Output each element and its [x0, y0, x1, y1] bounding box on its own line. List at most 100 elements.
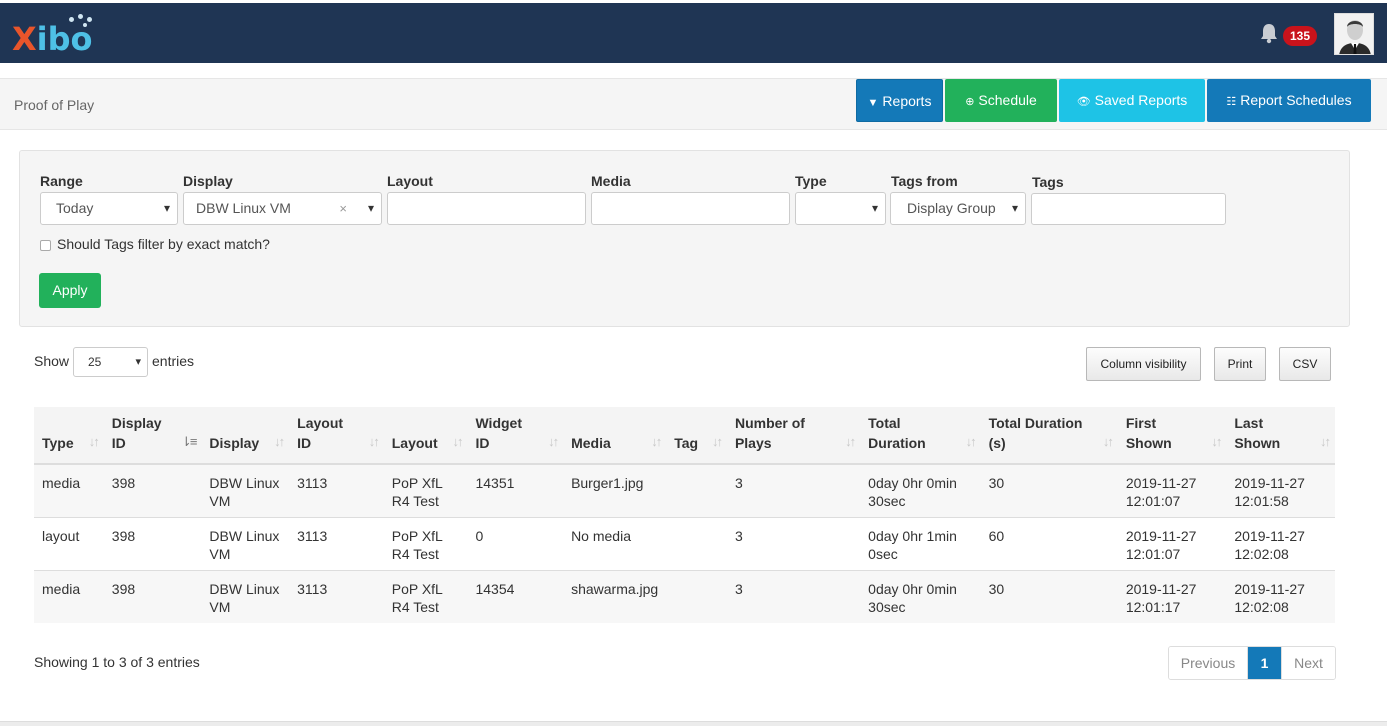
- sort-icon[interactable]: ↓↑: [369, 432, 380, 452]
- saved-reports-button[interactable]: 👁 Saved Reports: [1059, 79, 1205, 122]
- report-schedules-button[interactable]: ☷ Report Schedules: [1207, 79, 1371, 122]
- top-navbar: Xibo 135: [0, 3, 1387, 63]
- table-cell: [666, 463, 727, 517]
- apply-button[interactable]: Apply: [39, 273, 101, 308]
- bell-icon[interactable]: [1259, 22, 1279, 44]
- range-select[interactable]: Today: [40, 192, 178, 225]
- type-label: Type: [795, 173, 827, 189]
- table-row: media 398 DBW Linux VM 3113 PoP XfL R4 Test 1…: [34, 569, 1335, 623]
- display-select-value: DBW Linux VM: [196, 200, 291, 216]
- exact-match-label: Should Tags filter by exact match?: [57, 236, 270, 252]
- schedule-button[interactable]: ⊕ Schedule: [945, 79, 1057, 122]
- column-header-label: ID: [475, 435, 490, 451]
- tags-label: Tags: [1032, 174, 1064, 190]
- page-1-button[interactable]: 1: [1248, 647, 1281, 679]
- column-header[interactable]: First Shown ↓↑: [1117, 407, 1227, 465]
- table-cell: shawarma.jpg: [563, 569, 667, 623]
- column-header-label: Total: [868, 415, 901, 431]
- column-header[interactable]: Number of Plays ↓↑: [726, 407, 861, 465]
- table-cell: PoP XfL R4 Test: [383, 569, 468, 623]
- column-header-label: Shown: [1234, 435, 1281, 451]
- table-cell: DBW Linux VM: [201, 516, 290, 570]
- column-header[interactable]: Widget ID ↓↑: [467, 407, 564, 465]
- exact-match-checkbox[interactable]: [40, 240, 51, 251]
- table-cell: 3113: [289, 569, 384, 623]
- sort-icon[interactable]: ↓↑: [845, 432, 856, 452]
- table-cell: DBW Linux VM: [201, 569, 290, 623]
- csv-button[interactable]: CSV: [1279, 347, 1331, 381]
- table-cell: [666, 569, 727, 623]
- table-cell: 30: [980, 569, 1118, 623]
- report-schedules-label: Report Schedules: [1240, 92, 1352, 108]
- column-header-label: Layout: [391, 435, 438, 451]
- column-header[interactable]: Media ↓↑: [563, 407, 667, 465]
- column-header-label: Type: [42, 435, 74, 451]
- avatar[interactable]: [1334, 13, 1374, 55]
- media-input[interactable]: [591, 192, 790, 225]
- reports-dropdown-button[interactable]: ▼ Reports: [856, 79, 943, 122]
- column-header[interactable]: Display ↓↑: [201, 407, 290, 465]
- sort-icon[interactable]: ↓↑: [548, 432, 559, 452]
- notification-badge[interactable]: 135: [1283, 26, 1317, 46]
- sort-icon[interactable]: ↓↑: [651, 432, 662, 452]
- type-select[interactable]: [795, 192, 886, 225]
- sort-icon[interactable]: ↓↑: [1103, 432, 1114, 452]
- table-cell: 2019-11-27 12:01:07: [1117, 516, 1227, 570]
- sort-icon[interactable]: ↓↑: [89, 432, 100, 452]
- column-header-label: Plays: [734, 435, 772, 451]
- tags-from-label: Tags from: [891, 173, 958, 189]
- sort-icon[interactable]: ↓↑: [274, 432, 285, 452]
- saved-reports-label: Saved Reports: [1094, 92, 1188, 108]
- xibo-logo[interactable]: Xibo: [12, 13, 102, 57]
- column-header-label: Shown: [1125, 435, 1172, 451]
- column-header[interactable]: Type ↓↑: [34, 407, 104, 465]
- column-header[interactable]: Layout ID ↓↑: [289, 407, 384, 465]
- page-title: Proof of Play: [14, 97, 95, 113]
- sort-icon[interactable]: ↓↑: [452, 432, 463, 452]
- sort-icon[interactable]: ↓↑: [712, 432, 723, 452]
- table-cell: media: [34, 463, 104, 517]
- column-header[interactable]: Total Duration ↓↑: [860, 407, 981, 465]
- column-header[interactable]: Layout ↓↑: [383, 407, 468, 465]
- column-header[interactable]: Last Shown ↓↑: [1226, 407, 1335, 465]
- clear-icon[interactable]: ×: [339, 193, 347, 224]
- page-length-select[interactable]: 25: [73, 347, 148, 377]
- table-cell: 3113: [289, 463, 384, 517]
- table-cell: 398: [103, 569, 202, 623]
- column-header[interactable]: Tag ↓↑: [666, 407, 727, 465]
- table-cell: 3: [726, 463, 861, 517]
- table-cell: 60: [980, 516, 1118, 570]
- column-header-label: Display: [111, 415, 162, 431]
- table-cell: 2019-11-27 12:01:58: [1226, 463, 1335, 517]
- sort-icon[interactable]: ⇂≡: [181, 432, 198, 452]
- column-header[interactable]: Display ID ⇂≡: [103, 407, 202, 465]
- column-header[interactable]: Total Duration (s) ↓↑: [980, 407, 1118, 465]
- table-cell: 398: [103, 516, 202, 570]
- table-cell: 398: [103, 463, 202, 517]
- table-cell: No media: [563, 516, 667, 570]
- print-button[interactable]: Print: [1214, 347, 1266, 381]
- previous-page-button[interactable]: Previous: [1169, 647, 1248, 679]
- table-cell: 14354: [467, 569, 564, 623]
- table-row: layout 398 DBW Linux VM 3113 PoP XfL R4 Test…: [34, 516, 1335, 570]
- sort-icon[interactable]: ↓↑: [966, 432, 977, 452]
- column-header-label: Number of: [734, 415, 805, 431]
- table-cell: 0day 0hr 0min 30sec: [860, 569, 981, 623]
- sort-icon[interactable]: ↓↑: [1320, 432, 1331, 452]
- sort-icon[interactable]: ↓↑: [1211, 432, 1222, 452]
- display-select[interactable]: DBW Linux VM ×: [183, 192, 382, 225]
- column-visibility-button[interactable]: Column visibility: [1086, 347, 1201, 381]
- table-cell: PoP XfL R4 Test: [383, 516, 468, 570]
- table-cell: Burger1.jpg: [563, 463, 667, 517]
- plus-circle-icon: ⊕: [965, 96, 975, 108]
- tags-input[interactable]: [1031, 193, 1226, 225]
- eye-icon: 👁: [1076, 96, 1091, 108]
- column-header-label: ID: [297, 435, 312, 451]
- column-header-label: Last: [1234, 415, 1264, 431]
- table-cell: 3: [726, 516, 861, 570]
- table-cell: DBW Linux VM: [201, 463, 290, 517]
- tags-from-select[interactable]: Display Group: [890, 192, 1026, 225]
- layout-input[interactable]: [387, 192, 586, 225]
- next-page-button[interactable]: Next: [1281, 647, 1335, 679]
- column-header-label: Media: [571, 435, 611, 451]
